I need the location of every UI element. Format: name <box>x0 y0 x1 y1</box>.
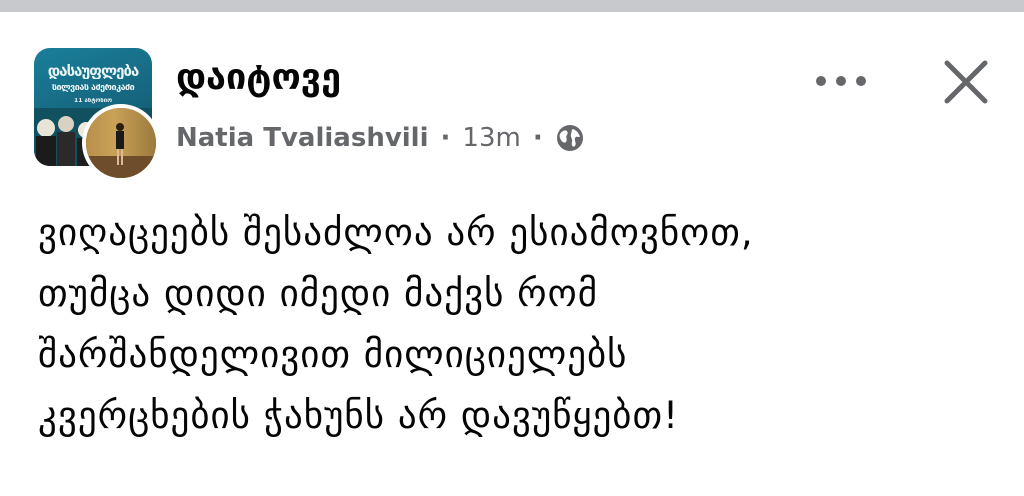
post-body-line: ვიღაცეებს შესაძლოა არ ესიამოვნოთ, <box>38 211 754 254</box>
more-horizontal-icon <box>816 76 866 86</box>
post-body-line: შარშანდელივით მილიციელებს <box>38 333 628 376</box>
post-meta: Natia Tvaliashvili · 13m · <box>176 120 585 156</box>
group-avatar-text-line1: დასაუფლება <box>47 64 140 79</box>
group-avatar-text-line3: 11 ანტონიო <box>74 98 112 104</box>
author-name[interactable]: Natia Tvaliashvili <box>176 123 429 153</box>
post-title[interactable]: დაიტოვე <box>176 56 341 99</box>
post-body: ვიღაცეებს შესაძლოა არ ესიამოვნოთ, თუმცა … <box>38 202 998 446</box>
close-icon <box>944 60 988 104</box>
post-body-line: კვერცხების ჭახუნს არ დავუწყებთ! <box>38 394 679 437</box>
user-avatar[interactable] <box>82 104 160 182</box>
globe-icon[interactable] <box>555 123 585 153</box>
close-button[interactable] <box>936 52 996 112</box>
post-body-line: თუმცა დიდი იმედი მაქვს რომ <box>38 272 599 315</box>
meta-separator: · <box>440 123 451 153</box>
post-time[interactable]: 13m <box>462 123 520 153</box>
more-options-button[interactable] <box>806 58 876 104</box>
post-avatars[interactable]: დასაუფლება სილვიას ამერიკაში 11 ანტონიო <box>34 48 160 182</box>
post-card: დასაუფლება სილვიას ამერიკაში 11 ანტონიო <box>0 12 1024 496</box>
group-avatar-text-line2: სილვიას ამერიკაში <box>51 84 135 93</box>
top-divider <box>0 0 1024 12</box>
avatar-photo-person <box>116 123 124 165</box>
meta-separator: · <box>532 123 543 153</box>
